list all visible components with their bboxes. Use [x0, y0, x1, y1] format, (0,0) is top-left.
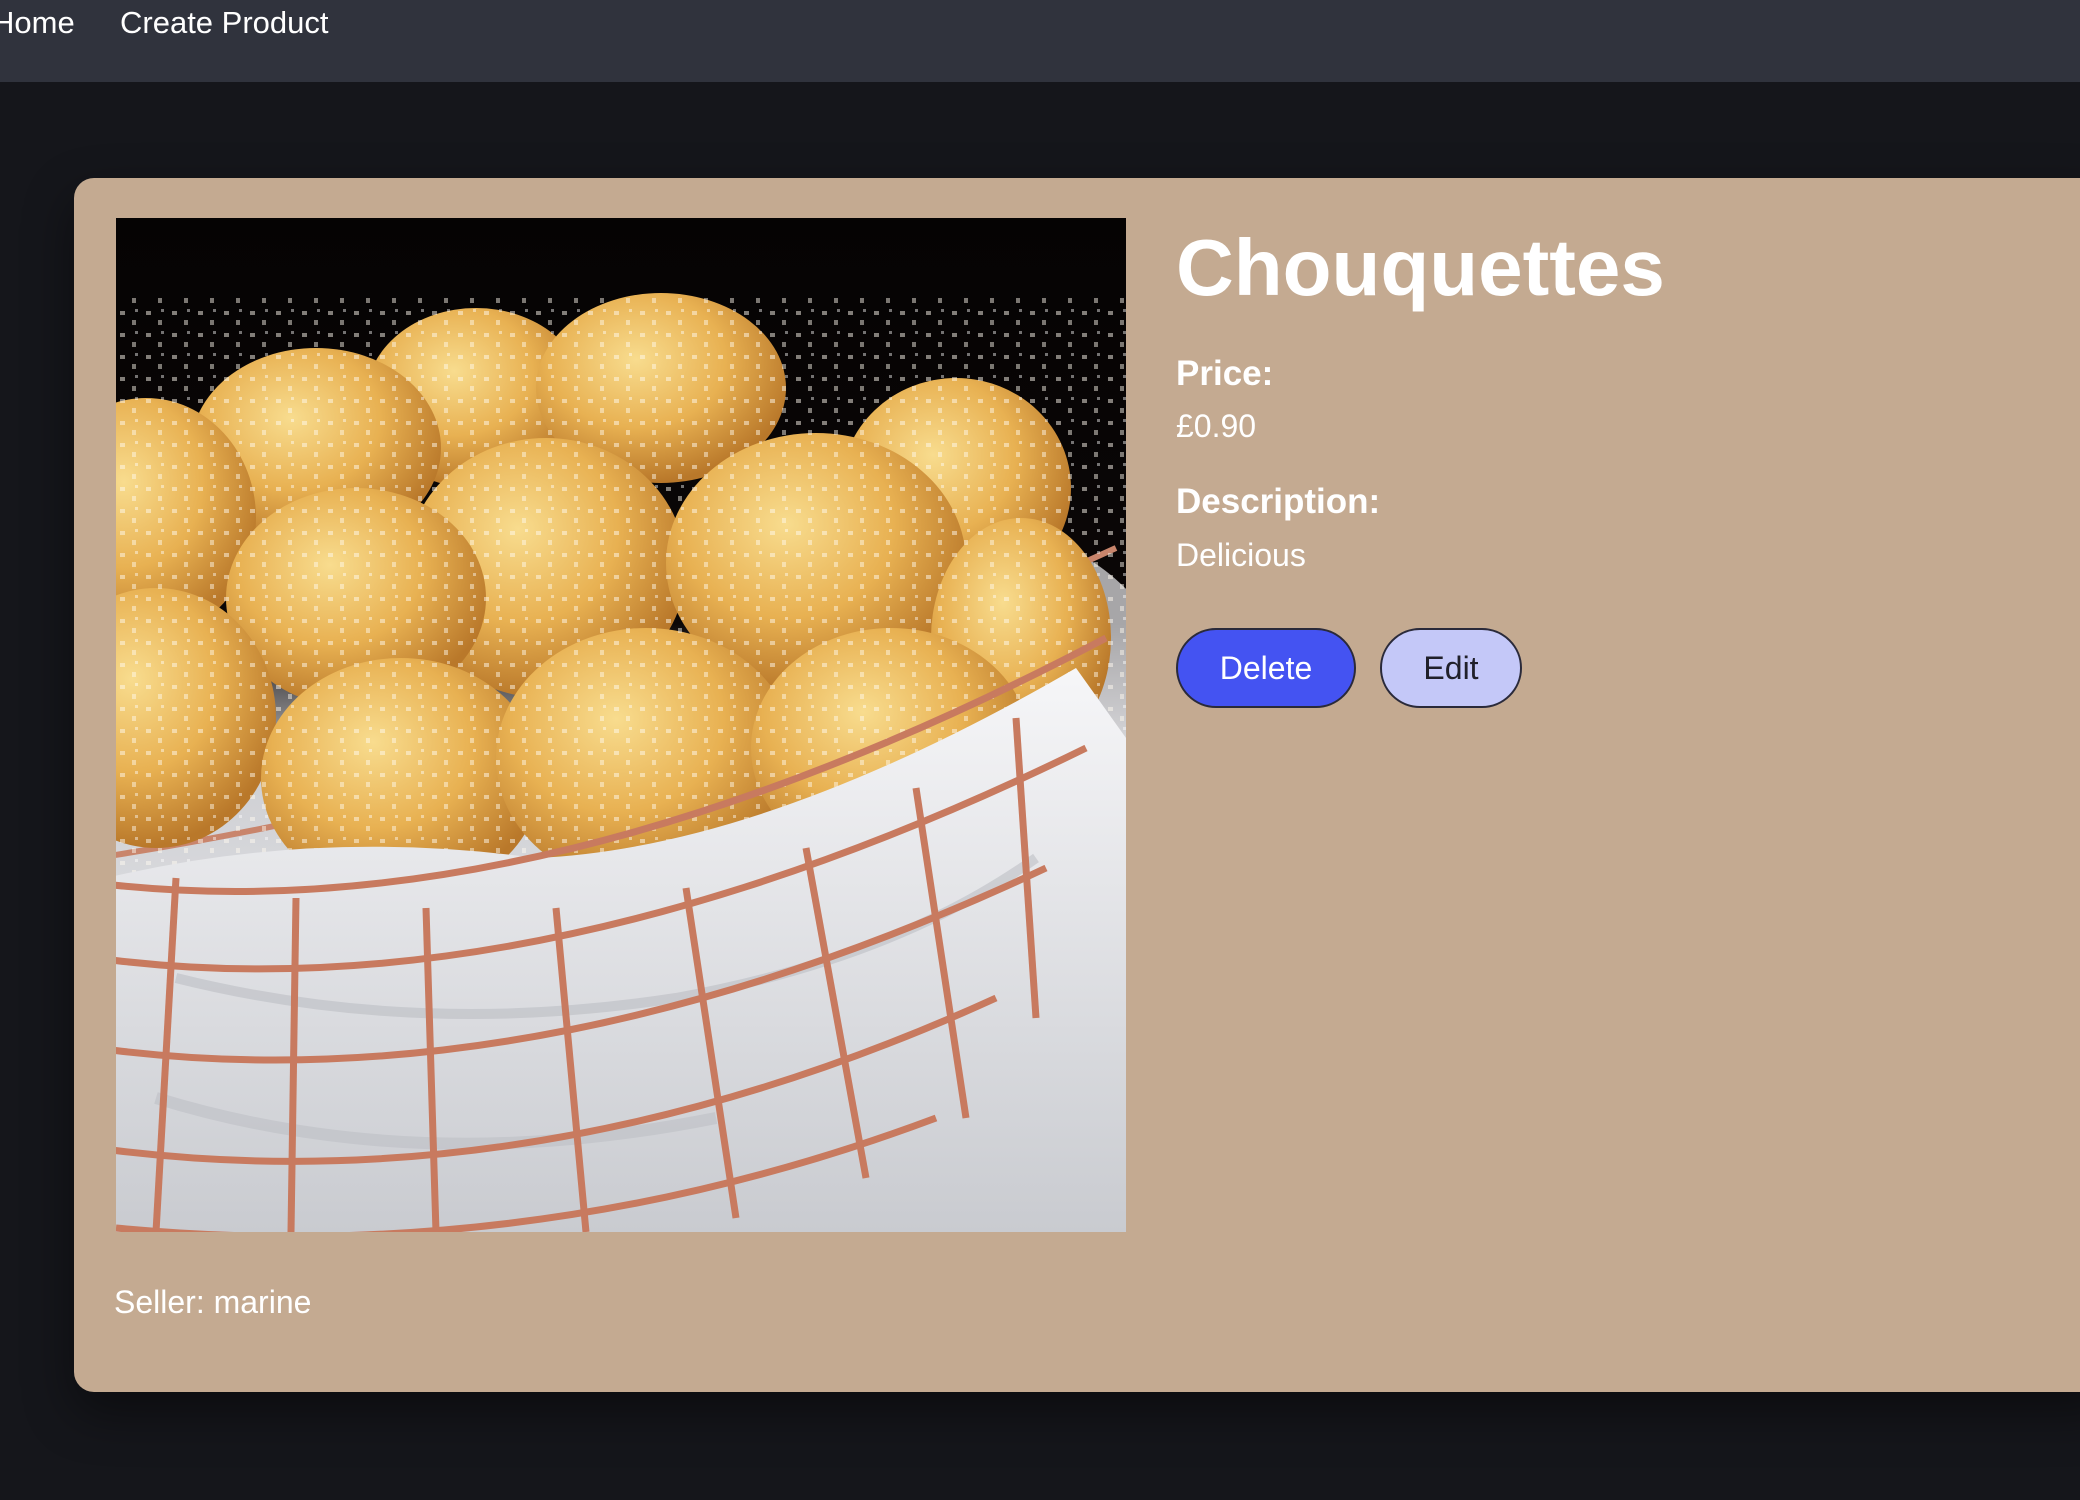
delete-button[interactable]: Delete	[1176, 628, 1356, 708]
product-image	[116, 218, 1126, 1232]
seller-info: Seller: marine	[114, 1284, 312, 1320]
price-label: Price:	[1176, 354, 1274, 393]
product-title: Chouquettes	[1176, 223, 1665, 312]
description-value: Delicious	[1176, 537, 1306, 573]
nav-create-product-link[interactable]: Create Product	[120, 4, 329, 42]
nav-home-link[interactable]: Home	[0, 4, 75, 42]
edit-button[interactable]: Edit	[1380, 628, 1522, 708]
top-navbar: Home Create Product	[0, 0, 2080, 82]
product-card: Chouquettes Price: £0.90 Description: De…	[74, 178, 2080, 1392]
price-value: £0.90	[1176, 408, 1257, 444]
product-photo-drawing	[116, 218, 1126, 1232]
description-label: Description:	[1176, 482, 1381, 521]
